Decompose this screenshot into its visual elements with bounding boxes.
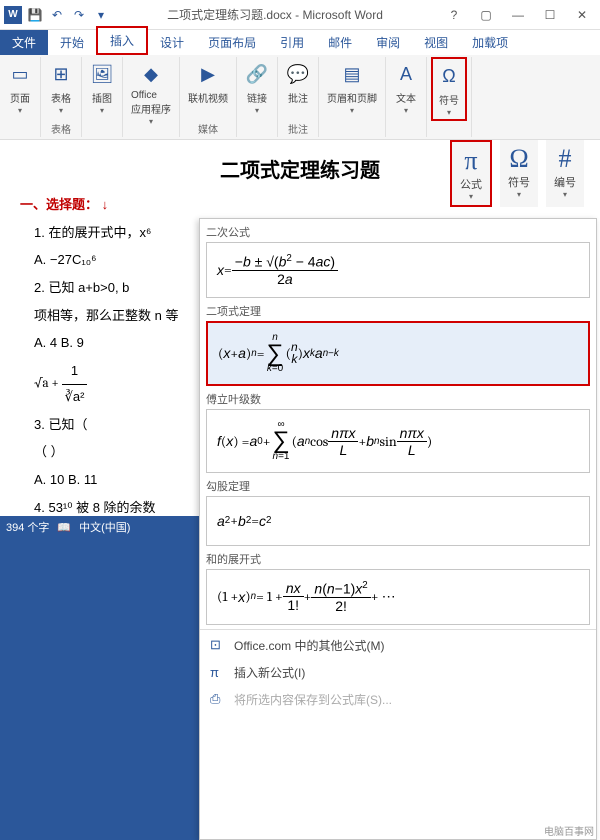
more-equations-office[interactable]: ⊡Office.com 中的其他公式(M) [200,632,596,659]
online-video-button[interactable]: ▶联机视频 [184,57,232,107]
symbol-button[interactable]: Ω符号▾ [500,140,538,207]
gallery-section-title: 二项式定理 [206,298,590,321]
statusbar: 394 个字 📖 中文(中国) [0,516,199,538]
number-button[interactable]: #编号▾ [546,140,584,207]
pi-icon: π [464,146,477,176]
chevron-down-icon: ▾ [469,192,473,201]
background-area [0,538,199,840]
ribbon-tabs: 文件 开始 插入 设计 页面布局 引用 邮件 审阅 视图 加载项 [0,30,600,55]
comment-icon: 💬 [286,59,310,89]
chevron-down-icon: ▾ [404,106,408,115]
equation-expansion[interactable]: (1 + x)n = 1 + nx1! + n(n−1)x22! + ⋯ [206,569,590,625]
grid-icon: ⊡ [210,637,226,653]
tab-layout[interactable]: 页面布局 [196,30,268,55]
ribbon-options-button[interactable]: ▢ [472,5,500,25]
help-button[interactable]: ? [440,5,468,25]
save-icon[interactable]: 💾 [26,6,44,24]
pages-icon: ▭ [8,59,32,89]
close-button[interactable]: ✕ [568,5,596,25]
tab-references[interactable]: 引用 [268,30,316,55]
gallery-section-title: 勾股定理 [206,473,590,496]
symbols-button[interactable]: Ω符号▾ [431,57,467,121]
tab-mailings[interactable]: 邮件 [316,30,364,55]
links-button[interactable]: 🔗链接▾ [241,57,273,117]
table-icon: ⊞ [49,59,73,89]
word-count[interactable]: 394 个字 [6,519,49,535]
language[interactable]: 中文(中国) [79,519,130,535]
omega-icon: Ω [437,61,461,91]
redo-icon[interactable]: ↷ [70,6,88,24]
tab-design[interactable]: 设计 [148,30,196,55]
chevron-down-icon: ▾ [255,106,259,115]
chevron-down-icon: ▾ [59,106,63,115]
link-icon: 🔗 [245,59,269,89]
chevron-down-icon: ▾ [447,108,451,117]
gallery-section-title: 傅立叶级数 [206,386,590,409]
equation-fourier[interactable]: f(x) = a0 + ∞∑n=1 (an cosnπxL + bn sinnπ… [206,409,590,473]
qat-dropdown-icon[interactable]: ▾ [92,6,110,24]
illustrations-button[interactable]: 🖼插图▾ [86,57,118,117]
window-title: 二项式定理练习题.docx - Microsoft Word [110,6,440,23]
undo-icon[interactable]: ↶ [48,6,66,24]
chevron-down-icon: ▾ [563,190,567,199]
chevron-down-icon: ▾ [18,106,22,115]
picture-icon: 🖼 [90,59,114,89]
save-icon: ⎙ [210,691,226,707]
pages-button[interactable]: ▭页面▾ [4,57,36,117]
apps-icon: ◆ [139,59,163,89]
tab-home[interactable]: 开始 [48,30,96,55]
ribbon: ▭页面▾ ⊞表格▾表格 🖼插图▾ ◆Office 应用程序▾ ▶联机视频媒体 🔗… [0,55,600,140]
table-button[interactable]: ⊞表格▾ [45,57,77,117]
equation-pythagorean[interactable]: a2 + b2 = c2 [206,496,590,546]
app-icon: W [4,6,22,24]
text-button[interactable]: A文本▾ [390,57,422,117]
minimize-button[interactable]: — [504,5,532,25]
comment-button[interactable]: 💬批注 [282,57,314,107]
tab-view[interactable]: 视图 [412,30,460,55]
omega-icon: Ω [509,144,528,174]
header-footer-button[interactable]: ▤页眉和页脚▾ [323,57,381,117]
watermark: 电脑百事网 [544,823,594,838]
chevron-down-icon: ▾ [100,106,104,115]
pi-icon: π [210,665,226,680]
maximize-button[interactable]: ☐ [536,5,564,25]
office-apps-button[interactable]: ◆Office 应用程序▾ [127,57,175,128]
gallery-section-title: 二次公式 [206,219,590,242]
header-footer-icon: ▤ [340,59,364,89]
proofing-icon[interactable]: 📖 [57,521,71,534]
text-icon: A [394,59,418,89]
tab-insert[interactable]: 插入 [96,26,148,55]
gallery-section-title: 和的展开式 [206,546,590,569]
video-icon: ▶ [196,59,220,89]
chevron-down-icon: ▾ [517,190,521,199]
insert-new-equation[interactable]: π插入新公式(I) [200,659,596,686]
tab-review[interactable]: 审阅 [364,30,412,55]
equation-quadratic[interactable]: x = −b ± √(b2 − 4ac)2a [206,242,590,298]
hash-icon: # [559,144,572,174]
equation-ribbon: π公式▾ Ω符号▾ #编号▾ [450,140,584,207]
chevron-down-icon: ▾ [149,117,153,126]
equation-button[interactable]: π公式▾ [450,140,492,207]
tab-file[interactable]: 文件 [0,30,48,55]
chevron-down-icon: ▾ [350,106,354,115]
equation-gallery: 二次公式 x = −b ± √(b2 − 4ac)2a 二项式定理 (x + a… [199,218,597,840]
save-to-gallery[interactable]: ⎙将所选内容保存到公式库(S)... [200,686,596,713]
tab-addins[interactable]: 加载项 [460,30,520,55]
equation-binomial[interactable]: (x + a)n = n∑k=0 (nk) xkan−k [206,321,590,387]
